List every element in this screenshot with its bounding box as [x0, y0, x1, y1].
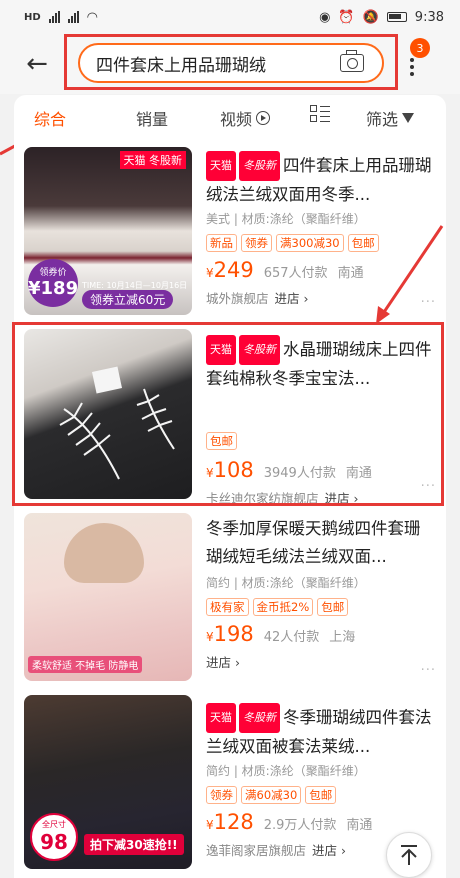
shop-row: 进店 ›: [206, 652, 436, 671]
alarm-icon: ⏰: [338, 9, 355, 25]
eye-icon: ◉: [319, 9, 331, 25]
service-tag: 包邮: [317, 598, 349, 616]
promo-tag: 冬股新: [239, 151, 280, 181]
product-price: ¥249: [206, 258, 254, 282]
clock-time: 9:38: [414, 9, 444, 25]
wifi-icon: ◠: [86, 9, 99, 25]
tab-sales[interactable]: 销量: [136, 106, 168, 130]
service-tag: 领券: [206, 786, 237, 804]
product-title[interactable]: 冬季加厚保暖天鹅绒四件套珊瑚绒短毛绒法兰绒双面...: [206, 515, 436, 571]
search-header: ← 四件套床上用品珊瑚绒 3: [0, 34, 460, 94]
tab-filter-label: 筛选: [366, 110, 399, 129]
promo-price: ¥189: [28, 278, 79, 299]
enter-shop-link[interactable]: 进店 ›: [206, 652, 240, 671]
shop-name: 逸菲阁家居旗舰店: [206, 843, 307, 858]
promo-tag: 冬股新: [239, 335, 280, 365]
sales-count: 2.9万人付款: [263, 818, 337, 833]
arrow-up-icon: [401, 845, 417, 865]
search-input[interactable]: 四件套床上用品珊瑚绒: [78, 43, 384, 83]
tab-filter[interactable]: 筛选: [366, 106, 415, 130]
enter-shop-link[interactable]: 进店 ›: [312, 840, 346, 859]
sales-count: 657人付款: [263, 266, 328, 281]
shop-name: 卡丝迪尔家纺旗舰店: [206, 491, 319, 506]
product-title[interactable]: 天猫 冬股新 四件套床上用品珊瑚绒法兰绒双面用冬季...: [206, 151, 436, 207]
signal-icon: [48, 11, 60, 23]
signal-icon: [67, 11, 79, 23]
tab-video-label: 视频: [220, 110, 253, 129]
service-tag: 包邮: [206, 432, 237, 450]
coupon-banner: 领券立减60元: [82, 290, 174, 309]
product-card[interactable]: 天猫 冬股新 水晶珊瑚绒床上四件套纯棉秋冬季宝宝法... 包邮 ¥108 3949人…: [14, 317, 446, 507]
product-attrs: 简约 | 材质:涤纶（聚酯纤维）: [206, 576, 366, 590]
product-title[interactable]: 天猫 冬股新 水晶珊瑚绒床上四件套纯棉秋冬季宝宝法...: [206, 335, 436, 391]
promo-tag: 冬股新: [239, 703, 280, 733]
play-icon: [256, 111, 271, 125]
more-options-icon[interactable]: ···: [421, 663, 436, 678]
filter-icon: [402, 113, 415, 123]
product-card[interactable]: 柔软舒适 不掉毛 防静电 冬季加厚保暖天鹅绒四件套珊瑚绒短毛绒法兰绒双面... …: [14, 507, 446, 687]
promo-price-circle: 领券价 ¥189: [28, 259, 78, 307]
status-bar: HD ◠ ◉ ⏰ 🔕 9:38: [0, 0, 460, 34]
product-attrs: [206, 394, 436, 426]
back-to-top-button[interactable]: [386, 832, 432, 878]
camera-icon[interactable]: [340, 50, 364, 72]
shop-name: 城外旗舰店: [206, 291, 269, 306]
product-title[interactable]: 天猫 冬股新 冬季珊瑚绒四件套法兰绒双面被套法莱绒...: [206, 703, 436, 759]
ship-from: 南通: [337, 266, 364, 281]
service-tag: 新品: [206, 234, 237, 252]
sales-count: 42人付款: [263, 630, 320, 645]
sort-tabs: 综合 销量 视频 筛选: [14, 95, 446, 137]
service-tag: 金币抵2%: [252, 598, 314, 616]
back-arrow-icon[interactable]: ←: [22, 49, 52, 79]
ship-from: 上海: [329, 630, 356, 645]
feature-banner: 柔软舒适 不掉毛 防静电: [28, 656, 143, 673]
tmall-tag: 天猫: [206, 151, 236, 181]
mute-icon: 🔕: [362, 9, 379, 25]
model-figure: [64, 523, 144, 583]
search-query: 四件套床上用品珊瑚绒: [96, 55, 266, 76]
product-image[interactable]: 天猫 冬股新 领券价 ¥189 TIME: 10月14日—10月16日 领券立减…: [24, 147, 192, 315]
service-tag: 领券: [241, 234, 272, 252]
product-price: ¥198: [206, 622, 254, 646]
product-image[interactable]: [24, 329, 192, 499]
tmall-tag: 天猫: [206, 703, 236, 733]
annotation-arrow-icon: [376, 225, 444, 324]
service-tag: 满60减30: [241, 786, 302, 804]
battery-icon: [386, 12, 407, 22]
product-image[interactable]: 柔软舒适 不掉毛 防静电: [24, 513, 192, 681]
product-image[interactable]: 全尺寸 98 拍下减30速抢!!: [24, 695, 192, 869]
enter-shop-link[interactable]: 进店 ›: [325, 488, 359, 507]
service-tag: 包邮: [305, 786, 337, 804]
promo-price-circle: 全尺寸 98: [30, 813, 78, 861]
more-menu-icon[interactable]: [405, 58, 419, 82]
product-price: ¥108: [206, 458, 254, 482]
product-card[interactable]: 全尺寸 98 拍下减30速抢!! 天猫 冬股新 冬季珊瑚绒四件套法兰绒双面被套法莱绒…: [14, 687, 446, 878]
tab-comprehensive[interactable]: 综合: [34, 106, 66, 130]
promo-price-label: 全尺寸: [42, 820, 66, 829]
promo-banner: 拍下减30速抢!!: [84, 834, 184, 855]
service-tag: 满300减30: [276, 234, 344, 252]
product-price: ¥128: [206, 810, 254, 834]
enter-shop-link[interactable]: 进店 ›: [275, 288, 309, 307]
service-tag: 极有家: [206, 598, 249, 616]
product-attrs: 简约 | 材质:涤纶（聚酯纤维）: [206, 764, 366, 778]
network-type: HD: [24, 11, 41, 23]
tab-video[interactable]: 视频: [220, 106, 271, 130]
shop-row: 卡丝迪尔家纺旗舰店 进店 ›: [206, 488, 436, 507]
promo-price-label: 领券价: [39, 268, 67, 278]
sales-count: 3949人付款: [263, 466, 336, 481]
promo-price: 98: [40, 830, 68, 854]
image-brand-tag: 天猫 冬股新: [119, 151, 186, 169]
feather-pattern-icon: [59, 366, 175, 480]
ship-from: 南通: [346, 818, 373, 833]
tmall-tag: 天猫: [206, 335, 236, 365]
layout-toggle-icon[interactable]: [310, 105, 330, 123]
ship-from: 南通: [345, 466, 372, 481]
notification-badge: 3: [410, 38, 430, 58]
more-options-icon[interactable]: ···: [421, 479, 436, 494]
